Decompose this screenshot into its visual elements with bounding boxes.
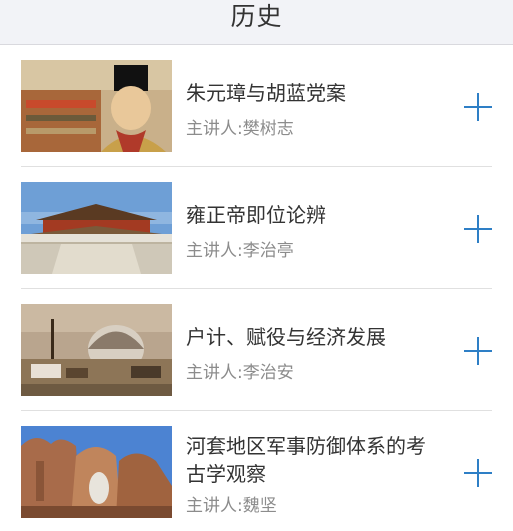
nav-header: 历史 xyxy=(0,0,513,45)
lecture-speaker: 主讲人:李治亭 xyxy=(186,241,294,261)
lecture-title: 河套地区军事防御体系的考古学观察 xyxy=(186,434,426,486)
lecture-thumbnail xyxy=(21,182,172,274)
page-title: 历史 xyxy=(230,2,283,31)
lecture-thumbnail xyxy=(21,304,172,396)
lecture-list: 朱元璋与胡蓝党案 主讲人:樊树志 雍正帝即位论辨 主讲人:李治亭 户计、赋役与经… xyxy=(0,45,513,531)
add-icon[interactable] xyxy=(464,459,492,487)
lecture-title: 户计、赋役与经济发展 xyxy=(186,325,386,349)
lecture-speaker: 主讲人:樊树志 xyxy=(186,119,294,139)
add-icon[interactable] xyxy=(464,337,492,365)
lecture-title: 雍正帝即位论辨 xyxy=(186,203,326,227)
lecture-speaker: 主讲人:李治安 xyxy=(186,363,294,383)
lecture-speaker: 主讲人:魏坚 xyxy=(186,496,277,516)
list-item[interactable]: 朱元璋与胡蓝党案 主讲人:樊树志 xyxy=(0,45,513,166)
add-icon[interactable] xyxy=(464,215,492,243)
lecture-thumbnail xyxy=(21,60,172,152)
lecture-thumbnail xyxy=(21,426,172,518)
lecture-title: 朱元璋与胡蓝党案 xyxy=(186,81,346,105)
add-icon[interactable] xyxy=(464,93,492,121)
list-item[interactable]: 雍正帝即位论辨 主讲人:李治亭 xyxy=(0,167,513,288)
list-item[interactable]: 河套地区军事防御体系的考古学观察 主讲人:魏坚 xyxy=(0,411,513,531)
list-item[interactable]: 户计、赋役与经济发展 主讲人:李治安 xyxy=(0,289,513,410)
